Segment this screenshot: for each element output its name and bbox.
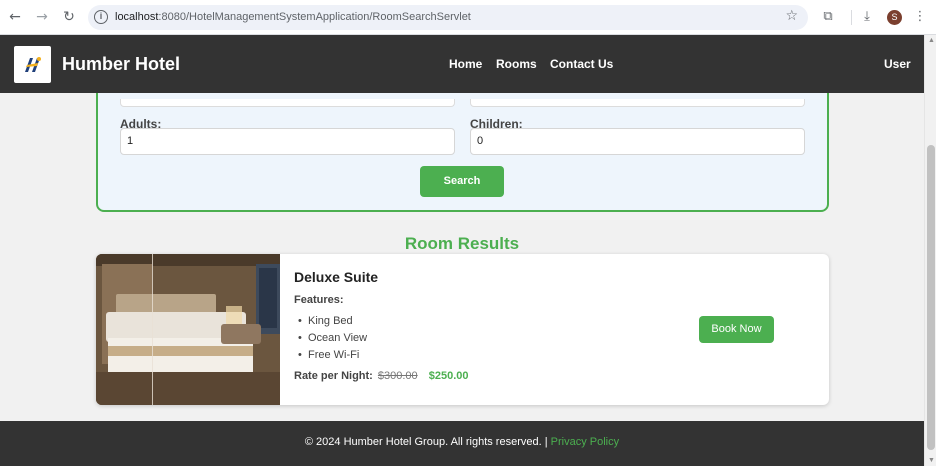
logo-mark-icon — [25, 57, 41, 72]
url-text[interactable]: localhost:8080/HotelManagementSystemAppl… — [115, 11, 471, 23]
page-viewport: Humber Hotel Home Rooms Contact Us User … — [0, 35, 924, 466]
nav-contact-us[interactable]: Contact Us — [550, 57, 613, 71]
footer-text: © 2024 Humber Hotel Group. All rights re… — [0, 436, 924, 448]
bookmark-star-icon[interactable]: ☆ — [785, 8, 798, 24]
forward-arrow-icon[interactable]: → — [33, 8, 51, 26]
adults-input[interactable]: 1 — [120, 128, 455, 155]
feature-item: King Bed — [298, 315, 353, 327]
feature-item: Ocean View — [298, 332, 367, 344]
check-out-input-partial[interactable] — [470, 99, 805, 107]
site-footer: © 2024 Humber Hotel Group. All rights re… — [0, 421, 924, 466]
room-name: Deluxe Suite — [294, 269, 379, 285]
rate-per-night: Rate per Night: $300.00 $250.00 — [294, 370, 469, 382]
page-scrollbar[interactable]: ▲ ▼ — [924, 35, 936, 466]
children-input[interactable]: 0 — [470, 128, 805, 155]
room-photo-illustration — [96, 254, 280, 405]
download-icon[interactable]: ⤓ — [858, 8, 876, 26]
features-label: Features: — [294, 294, 344, 306]
discounted-price: $250.00 — [428, 370, 469, 382]
results-heading: Room Results — [404, 234, 520, 253]
profile-avatar[interactable]: S — [887, 10, 902, 25]
search-button[interactable]: Search — [420, 166, 504, 197]
address-bar[interactable]: i localhost:8080/HotelManagementSystemAp… — [88, 5, 808, 30]
brand-name[interactable]: Humber Hotel — [62, 54, 180, 75]
original-price: $300.00 — [377, 370, 418, 382]
rate-label: Rate per Night: — [294, 370, 373, 382]
url-path: :8080/HotelManagementSystemApplication/R… — [158, 11, 471, 23]
nav-rooms[interactable]: Rooms — [496, 57, 537, 71]
back-arrow-icon[interactable]: ← — [6, 8, 24, 26]
feature-item: Free Wi-Fi — [298, 349, 359, 361]
copyright-text: © 2024 Humber Hotel Group. All rights re… — [304, 436, 548, 448]
extensions-icon[interactable]: ⧉ — [819, 8, 837, 26]
user-menu[interactable]: User — [884, 57, 911, 71]
site-info-icon[interactable]: i — [94, 10, 108, 24]
scroll-up-arrow-icon[interactable]: ▲ — [928, 37, 935, 44]
room-card: Deluxe Suite Features: King Bed Ocean Vi… — [96, 254, 829, 405]
toolbar-divider — [851, 10, 852, 25]
scrollbar-thumb[interactable] — [927, 145, 935, 450]
kebab-menu-icon[interactable]: ⋮ — [911, 8, 929, 26]
check-in-input-partial[interactable] — [120, 99, 455, 107]
book-now-button[interactable]: Book Now — [699, 316, 774, 343]
browser-toolbar: ← → ↻ i localhost:8080/HotelManagementSy… — [0, 0, 936, 35]
scroll-down-arrow-icon[interactable]: ▼ — [928, 457, 935, 464]
privacy-policy-link[interactable]: Privacy Policy — [551, 436, 619, 448]
hotel-logo[interactable] — [14, 46, 51, 83]
reload-icon[interactable]: ↻ — [60, 8, 78, 26]
room-photo — [96, 254, 280, 405]
site-header: Humber Hotel Home Rooms Contact Us User — [0, 35, 924, 93]
nav-home[interactable]: Home — [449, 57, 482, 71]
url-host: localhost — [115, 11, 159, 23]
